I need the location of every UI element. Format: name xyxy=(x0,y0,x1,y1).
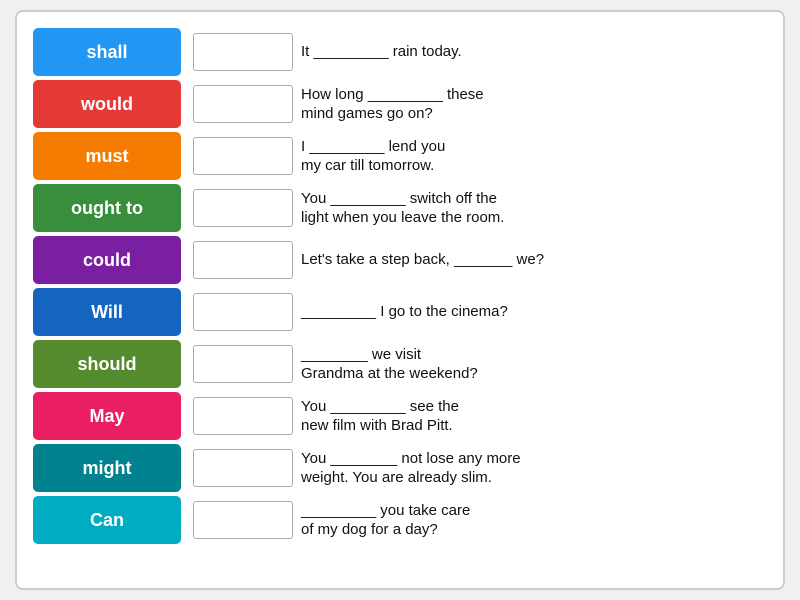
sentence-text-s1: It _________ rain today. xyxy=(301,42,462,62)
word-btn-should[interactable]: should xyxy=(33,340,181,388)
answer-box-s4[interactable] xyxy=(193,189,293,227)
sentence-text-s3: I _________ lend you my car till tomorro… xyxy=(301,137,445,176)
answer-box-s3[interactable] xyxy=(193,137,293,175)
sentence-row-s5: Let's take a step back, _______ we? xyxy=(193,236,767,284)
sentence-text-s4: You _________ switch off the light when … xyxy=(301,189,504,228)
sentence-text-s6: _________ I go to the cinema? xyxy=(301,302,508,322)
word-btn-would[interactable]: would xyxy=(33,80,181,128)
sentence-row-s3: I _________ lend you my car till tomorro… xyxy=(193,132,767,180)
answer-box-s5[interactable] xyxy=(193,241,293,279)
sentence-row-s7: ________ we visit Grandma at the weekend… xyxy=(193,340,767,388)
sentence-row-s10: _________ you take care of my dog for a … xyxy=(193,496,767,544)
sentence-text-s8: You _________ see the new film with Brad… xyxy=(301,397,459,436)
word-btn-ought-to[interactable]: ought to xyxy=(33,184,181,232)
sentence-text-s5: Let's take a step back, _______ we? xyxy=(301,250,544,270)
word-btn-shall[interactable]: shall xyxy=(33,28,181,76)
word-list: shallwouldmustought tocouldWillshouldMay… xyxy=(33,28,181,572)
answer-box-s7[interactable] xyxy=(193,345,293,383)
answer-box-s8[interactable] xyxy=(193,397,293,435)
sentence-row-s4: You _________ switch off the light when … xyxy=(193,184,767,232)
word-btn-might[interactable]: might xyxy=(33,444,181,492)
sentence-text-s9: You ________ not lose any more weight. Y… xyxy=(301,449,521,488)
sentence-text-s10: _________ you take care of my dog for a … xyxy=(301,501,470,540)
word-btn-could[interactable]: could xyxy=(33,236,181,284)
sentence-text-s7: ________ we visit Grandma at the weekend… xyxy=(301,345,478,384)
answer-box-s1[interactable] xyxy=(193,33,293,71)
sentence-row-s6: _________ I go to the cinema? xyxy=(193,288,767,336)
word-btn-must[interactable]: must xyxy=(33,132,181,180)
sentence-text-s2: How long _________ these mind games go o… xyxy=(301,85,484,124)
word-btn-will[interactable]: Will xyxy=(33,288,181,336)
sentence-list: It _________ rain today. How long _______… xyxy=(193,28,767,572)
word-btn-can[interactable]: Can xyxy=(33,496,181,544)
answer-box-s6[interactable] xyxy=(193,293,293,331)
sentence-row-s1: It _________ rain today. xyxy=(193,28,767,76)
word-btn-may[interactable]: May xyxy=(33,392,181,440)
sentence-row-s9: You ________ not lose any more weight. Y… xyxy=(193,444,767,492)
answer-box-s9[interactable] xyxy=(193,449,293,487)
answer-box-s2[interactable] xyxy=(193,85,293,123)
sentence-row-s8: You _________ see the new film with Brad… xyxy=(193,392,767,440)
main-container: shallwouldmustought tocouldWillshouldMay… xyxy=(15,10,785,590)
sentence-row-s2: How long _________ these mind games go o… xyxy=(193,80,767,128)
answer-box-s10[interactable] xyxy=(193,501,293,539)
